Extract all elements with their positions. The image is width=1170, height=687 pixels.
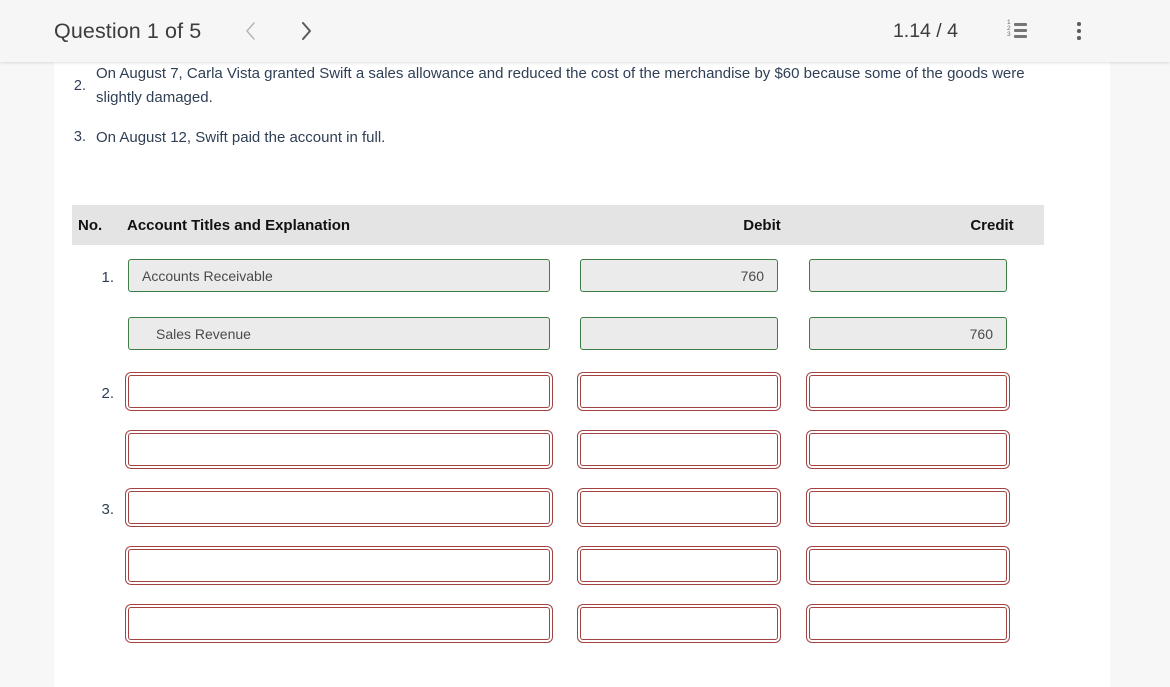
more-options-button[interactable] (1062, 14, 1096, 48)
numbered-list-icon-bar (1014, 29, 1027, 32)
chevron-right-icon (301, 22, 311, 40)
page-title: Question 1 of 5 (54, 18, 202, 43)
account-input[interactable] (128, 607, 550, 640)
account-input[interactable] (128, 491, 550, 524)
debit-input: 760 (580, 259, 778, 292)
row-number: 3. (101, 501, 114, 518)
table-header-row: No. Account Titles and Explanation Debit… (72, 205, 1044, 245)
table-row (72, 427, 1044, 485)
journal-entry-table: No. Account Titles and Explanation Debit… (72, 205, 1044, 659)
numbered-list-icon-bar (1014, 23, 1027, 26)
top-bar: Question 1 of 5 1.14 / 4 1 2 3 (0, 0, 1170, 62)
debit-input-value: 760 (740, 267, 764, 284)
account-input[interactable] (128, 549, 550, 582)
topbar-right-group: 1.14 / 4 1 2 3 (893, 14, 1096, 48)
kebab-menu-icon (1077, 22, 1081, 40)
chevron-left-icon (246, 22, 255, 40)
credit-input[interactable] (809, 549, 1007, 582)
numbered-list-icon-bar (1014, 35, 1027, 38)
debit-input[interactable] (580, 433, 778, 466)
credit-input[interactable] (809, 433, 1007, 466)
list-item-number: 3. (73, 128, 86, 145)
kebab-dot (1077, 29, 1081, 33)
row-number: 2. (101, 385, 114, 402)
next-question-button[interactable] (289, 14, 323, 48)
table-row (72, 601, 1044, 659)
account-input-value: Accounts Receivable (142, 267, 273, 284)
column-header-debit: Debit (743, 216, 781, 234)
account-input: Sales Revenue (128, 317, 550, 350)
list-item-text: On August 12, Swift paid the account in … (96, 128, 386, 146)
table-row: Sales Revenue 760 (72, 311, 1044, 369)
numbered-list-icon-digit: 3 (1007, 31, 1011, 38)
row-number: 1. (101, 269, 114, 286)
table-row: 3. (72, 485, 1044, 543)
account-input-value: Sales Revenue (156, 325, 251, 342)
previous-question-button[interactable] (233, 14, 267, 48)
question-instructions-list: 2. On August 7, Carla Vista granted Swif… (54, 62, 1110, 150)
question-card: 2. On August 7, Carla Vista granted Swif… (54, 62, 1110, 687)
score-display: 1.14 / 4 (892, 19, 958, 42)
credit-input: 760 (809, 317, 1007, 350)
column-header-no: No. (78, 216, 103, 234)
debit-input[interactable] (580, 375, 778, 408)
table-row: 2. (72, 369, 1044, 427)
column-header-account: Account Titles and Explanation (127, 216, 351, 234)
table-row (72, 543, 1044, 601)
credit-input (809, 259, 1007, 292)
kebab-dot (1077, 22, 1081, 27)
debit-input (580, 317, 778, 350)
account-input: Accounts Receivable (128, 259, 550, 292)
kebab-dot (1077, 35, 1081, 40)
account-input[interactable] (128, 433, 550, 466)
list-item: 3. On August 12, Swift paid the account … (54, 126, 1110, 150)
numbered-list-icon: 1 2 3 (1007, 19, 1027, 39)
table-row: 1. Accounts Receivable 760 (72, 253, 1044, 311)
credit-input[interactable] (809, 375, 1007, 408)
list-item: 2. On August 7, Carla Vista granted Swif… (54, 62, 1110, 111)
question-list-button[interactable]: 1 2 3 (1000, 14, 1034, 48)
debit-input[interactable] (580, 549, 778, 582)
list-item-number: 2. (73, 78, 86, 94)
debit-input[interactable] (580, 607, 778, 640)
credit-input[interactable] (809, 607, 1007, 640)
list-item-text: On August 7, Carla Vista granted Swift a… (96, 65, 1025, 107)
column-header-credit: Credit (970, 216, 1014, 234)
credit-input-value: 760 (969, 325, 993, 342)
account-input[interactable] (128, 375, 550, 408)
table-body: 1. Accounts Receivable 760 Sales Revenue 760… (72, 245, 1044, 659)
debit-input[interactable] (580, 491, 778, 524)
credit-input[interactable] (809, 491, 1007, 524)
